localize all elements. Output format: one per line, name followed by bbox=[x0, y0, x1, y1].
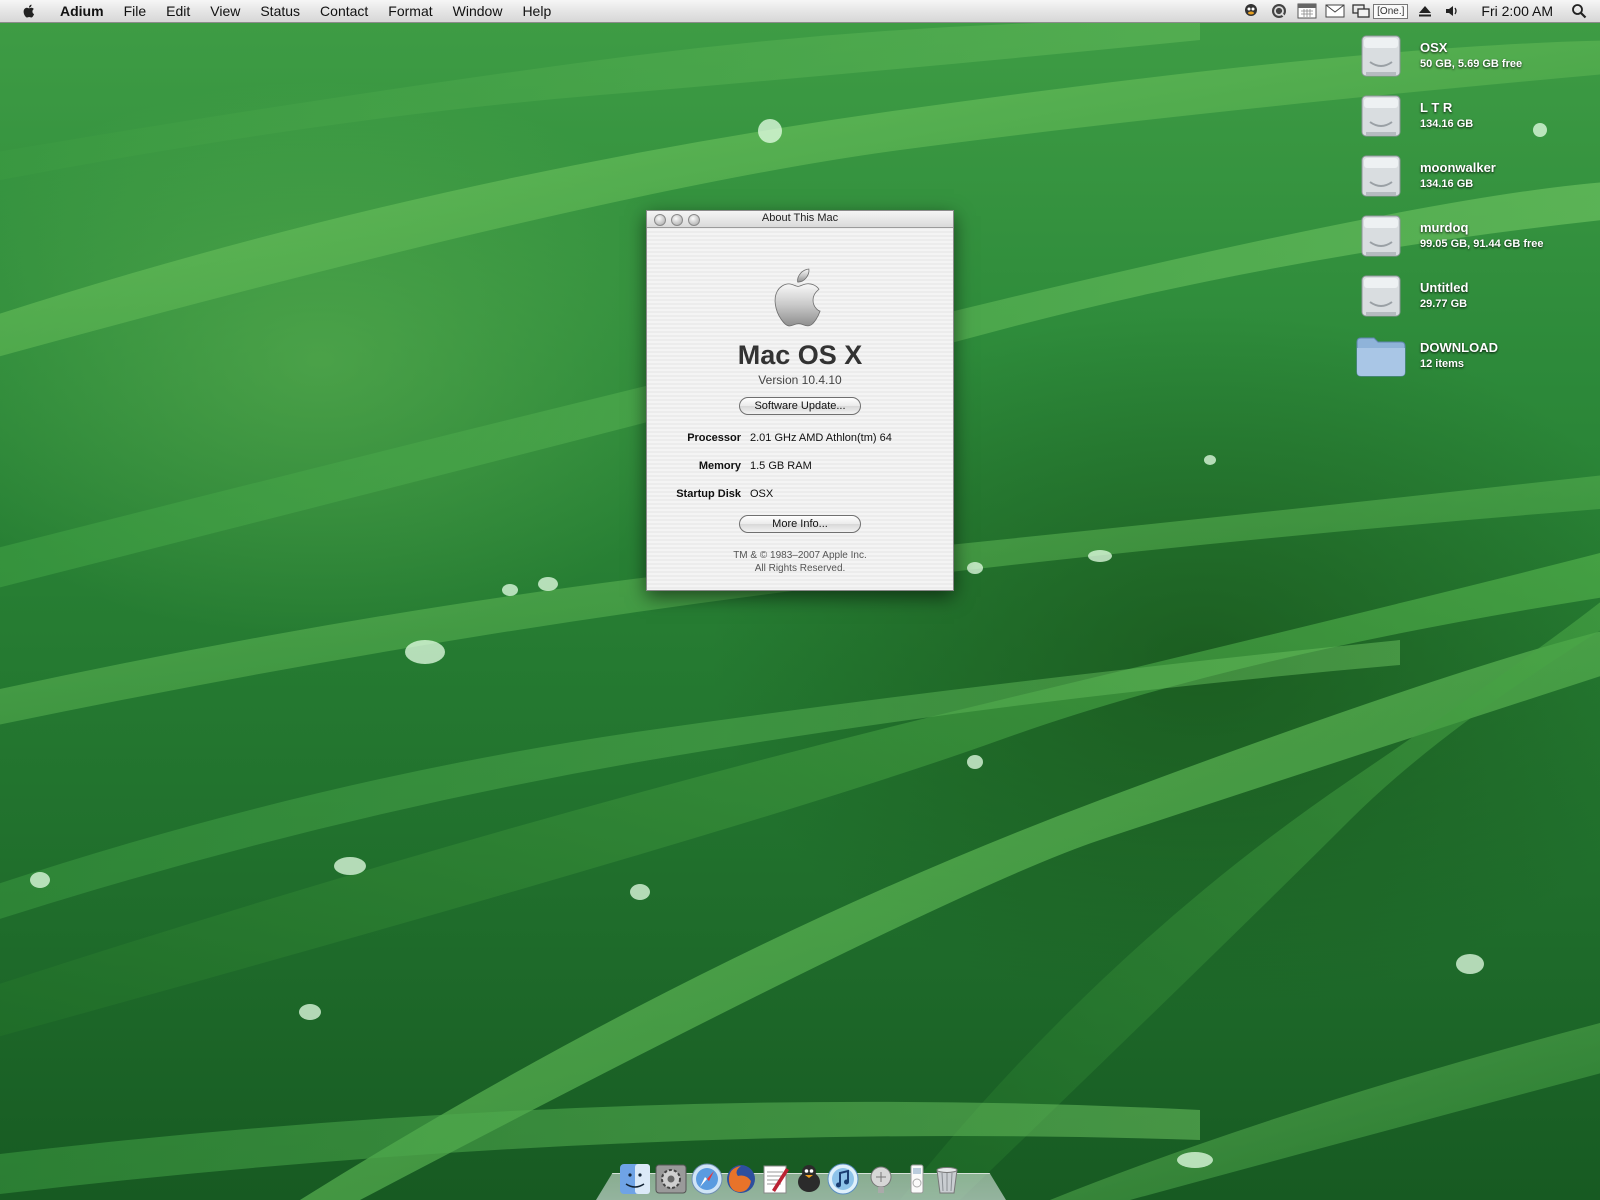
copyright-line: TM & © 1983–2007 Apple Inc. bbox=[733, 550, 867, 561]
more-info-button[interactable]: More Info... bbox=[739, 515, 861, 533]
volume-name: murdoq bbox=[1420, 220, 1469, 235]
volume-info: 50 GB, 5.69 GB free bbox=[1420, 58, 1523, 70]
desktop-volume-osx[interactable]: OSX 50 GB, 5.69 GB free bbox=[1354, 32, 1584, 92]
mail-icon[interactable] bbox=[1324, 2, 1346, 20]
menu-view[interactable]: View bbox=[200, 0, 250, 22]
app-menu-adium[interactable]: Adium bbox=[50, 0, 114, 22]
ipod-icon[interactable] bbox=[900, 1162, 934, 1196]
volume-info: 134.16 GB bbox=[1420, 178, 1474, 190]
desktop-icons: OSX 50 GB, 5.69 GB free L T R 134.16 GB bbox=[1354, 32, 1584, 392]
menu-status[interactable]: Status bbox=[250, 0, 310, 22]
hard-drive-icon bbox=[1361, 95, 1401, 137]
volume-icon[interactable] bbox=[1442, 2, 1464, 20]
adium-icon[interactable] bbox=[792, 1162, 826, 1196]
spec-value: OSX bbox=[750, 488, 774, 500]
volume-info: 134.16 GB bbox=[1420, 118, 1474, 130]
adium-duck-icon[interactable] bbox=[1240, 2, 1262, 20]
os-name: Mac OS X bbox=[737, 340, 863, 370]
about-this-mac-window: About This Mac Mac OS X Version 10.4.10 … bbox=[646, 210, 954, 591]
apple-menu-icon[interactable] bbox=[18, 2, 40, 20]
about-content: Mac OS X Version 10.4.10 Software Update… bbox=[647, 256, 953, 575]
apple-logo-icon bbox=[774, 268, 821, 327]
os-version: Version 10.4.10 bbox=[758, 373, 842, 387]
spec-value: 2.01 GHz AMD Athlon(tm) 64 bbox=[750, 432, 892, 444]
folder-name: DOWNLOAD bbox=[1420, 340, 1498, 355]
desktop-volume-moonwalker[interactable]: moonwalker 134.16 GB bbox=[1354, 152, 1584, 212]
safari-icon[interactable] bbox=[690, 1162, 724, 1196]
finder-icon[interactable] bbox=[618, 1162, 652, 1196]
spaces-icon[interactable]: [One.] bbox=[1352, 2, 1409, 20]
software-update-button[interactable]: Software Update... bbox=[739, 397, 861, 415]
quicksilver-icon[interactable] bbox=[1268, 2, 1290, 20]
hard-drive-icon bbox=[1361, 35, 1401, 77]
spec-row-processor: Processor 2.01 GHz AMD Athlon(tm) 64 bbox=[647, 431, 953, 459]
menu-window[interactable]: Window bbox=[443, 0, 513, 22]
desktop-folder-download[interactable]: DOWNLOAD 12 items bbox=[1354, 332, 1584, 392]
volume-name: OSX bbox=[1420, 40, 1448, 55]
volume-name: Untitled bbox=[1420, 280, 1469, 295]
eject-icon[interactable] bbox=[1414, 2, 1436, 20]
volume-name: L T R bbox=[1420, 100, 1453, 115]
menu-format[interactable]: Format bbox=[378, 0, 442, 22]
firefox-icon[interactable] bbox=[724, 1162, 758, 1196]
system-preferences-icon[interactable] bbox=[654, 1162, 688, 1196]
window-titlebar[interactable]: About This Mac bbox=[647, 211, 953, 228]
spec-label: Memory bbox=[698, 460, 741, 472]
calendar-icon[interactable] bbox=[1296, 2, 1318, 20]
menu-edit[interactable]: Edit bbox=[156, 0, 200, 22]
utility-icon[interactable] bbox=[864, 1162, 898, 1196]
spaces-label: [One.] bbox=[1373, 3, 1409, 19]
menu-contact[interactable]: Contact bbox=[310, 0, 378, 22]
menu-extras: [One.] Fri 2:00 AM bbox=[1237, 0, 1600, 22]
spec-row-memory: Memory 1.5 GB RAM bbox=[647, 459, 953, 487]
copyright-line: All Rights Reserved. bbox=[754, 563, 846, 574]
spotlight-icon[interactable] bbox=[1568, 2, 1590, 20]
hard-drive-icon bbox=[1361, 155, 1401, 197]
spec-list: Processor 2.01 GHz AMD Athlon(tm) 64 Mem… bbox=[647, 431, 953, 515]
textedit-icon[interactable] bbox=[758, 1162, 792, 1196]
hard-drive-icon bbox=[1361, 275, 1401, 317]
desktop-volume-untitled[interactable]: Untitled 29.77 GB bbox=[1354, 272, 1584, 332]
menu-bar: Adium File Edit View Status Contact Form… bbox=[0, 0, 1600, 23]
folder-info: 12 items bbox=[1420, 358, 1465, 370]
volume-name: moonwalker bbox=[1420, 160, 1496, 175]
window-title: About This Mac bbox=[761, 212, 839, 224]
trash-icon[interactable] bbox=[930, 1162, 964, 1196]
hard-drive-icon bbox=[1361, 215, 1401, 257]
desktop-volume-ltr[interactable]: L T R 134.16 GB bbox=[1354, 92, 1584, 152]
desktop-volume-murdoq[interactable]: murdoq 99.05 GB, 91.44 GB free bbox=[1354, 212, 1584, 272]
menu-file[interactable]: File bbox=[114, 0, 157, 22]
spec-label: Startup Disk bbox=[676, 488, 741, 500]
desktop-background: Adium File Edit View Status Contact Form… bbox=[0, 0, 1600, 1200]
copyright-text: TM & © 1983–2007 Apple Inc. All Rights R… bbox=[647, 549, 953, 575]
volume-info: 29.77 GB bbox=[1420, 298, 1468, 310]
menu-help[interactable]: Help bbox=[512, 0, 561, 22]
spec-value: 1.5 GB RAM bbox=[750, 460, 812, 472]
spec-label: Processor bbox=[687, 432, 741, 444]
volume-info: 99.05 GB, 91.44 GB free bbox=[1420, 238, 1544, 250]
menu-clock[interactable]: Fri 2:00 AM bbox=[1467, 3, 1565, 19]
dock bbox=[596, 1156, 1006, 1200]
folder-icon bbox=[1356, 337, 1406, 377]
itunes-icon[interactable] bbox=[826, 1162, 860, 1196]
spec-row-startup-disk: Startup Disk OSX bbox=[647, 487, 953, 515]
